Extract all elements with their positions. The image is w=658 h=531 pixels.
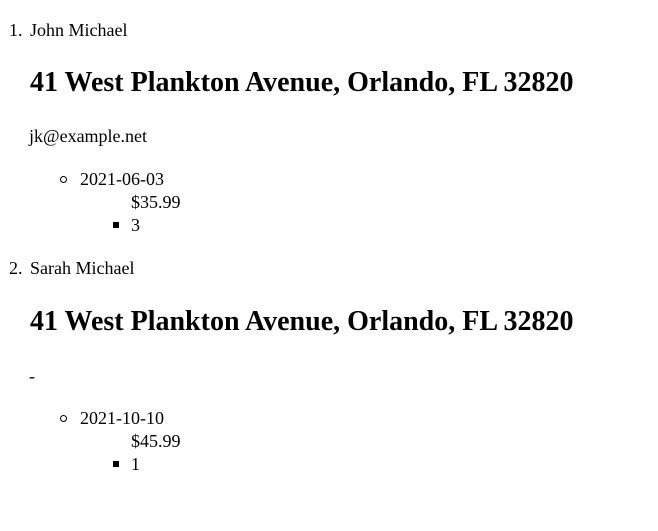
circle-bullet-icon [60,415,67,422]
square-bullet-icon [113,222,119,228]
order-date: 2021-10-10 [80,408,164,428]
list-number: 1. [9,20,23,40]
order-price: $45.99 [131,431,181,451]
square-bullet-icon [113,461,119,467]
customer-address: 41 West Plankton Avenue, Orlando, FL 328… [30,67,574,98]
customer-address: 41 West Plankton Avenue, Orlando, FL 328… [30,306,574,337]
customer-email: - [29,366,35,386]
circle-bullet-icon [60,176,67,183]
order-quantity: 3 [131,215,140,235]
order-date: 2021-06-03 [80,169,164,189]
customer-name: Sarah Michael [30,258,135,278]
order-quantity: 1 [131,454,140,474]
order-price: $35.99 [131,192,181,212]
customer-name: John Michael [30,20,128,40]
customer-email: jk@example.net [29,126,148,146]
list-number: 2. [9,258,23,278]
